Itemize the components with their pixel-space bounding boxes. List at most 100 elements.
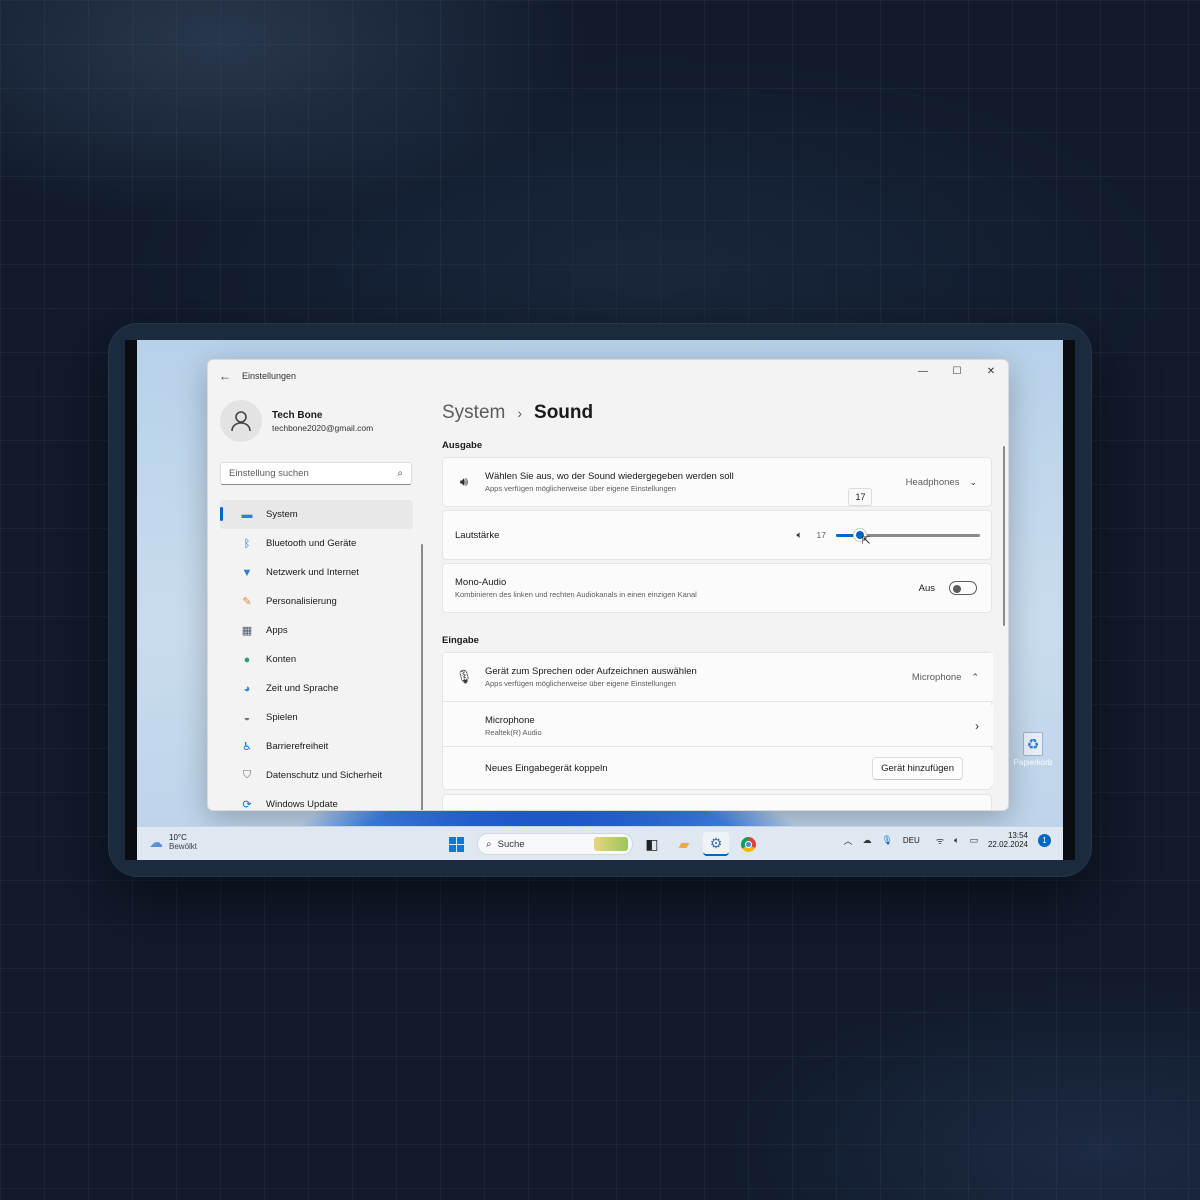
wifi-icon: ▼ — [241, 566, 253, 579]
mouse-cursor-icon: ⇱ — [861, 535, 871, 547]
sidebar-item-network[interactable]: ▼ Netzwerk und Internet — [220, 558, 413, 587]
search-icon: ⌕ — [486, 838, 492, 850]
chevron-right-icon: › — [975, 718, 979, 733]
sidebar-item-label: Personalisierung — [266, 596, 337, 607]
sidebar-item-system[interactable]: ▬ System — [220, 500, 413, 529]
window-controls: — ☐ ✕ — [906, 360, 1008, 382]
windows-logo-icon — [448, 836, 464, 852]
add-device-button[interactable]: Gerät hinzufügen — [872, 756, 963, 780]
tablet-frame: ♻ Papierkorb ← Einstellungen — ☐ ✕ Tech … — [108, 323, 1092, 877]
user-profile[interactable]: Tech Bone techbone2020@gmail.com — [208, 392, 423, 450]
sidebar-item-label: Zeit und Sprache — [266, 683, 339, 694]
output-device-subtitle: Apps verfügen möglicherweise über eigene… — [485, 484, 676, 493]
taskbar-search[interactable]: ⌕ Suche — [477, 833, 633, 855]
notification-badge[interactable]: 1 — [1038, 833, 1051, 847]
speaker-icon: 🔊︎ — [459, 474, 469, 489]
chevron-up-icon[interactable]: ︿ — [843, 834, 852, 847]
weather-condition: Bewölkt — [169, 842, 198, 851]
back-arrow-icon[interactable]: ← — [208, 369, 242, 383]
mono-audio-subtitle: Kombinieren des linken und rechten Audio… — [455, 590, 697, 599]
sidebar-scrollbar[interactable] — [421, 544, 423, 810]
clock[interactable]: 13:54 22.02.2024 — [988, 831, 1028, 849]
monitor-icon: ▬ — [241, 508, 253, 521]
output-device-card[interactable]: 🔊︎ Wählen Sie aus, wo der Sound wiederge… — [442, 457, 992, 507]
maximize-button[interactable]: ☐ — [940, 360, 974, 382]
chrome-button[interactable] — [735, 832, 761, 856]
language-indicator[interactable]: DEU — [903, 836, 920, 845]
main-scrollbar[interactable] — [1003, 446, 1005, 626]
folder-icon: ▰ — [678, 835, 690, 852]
sidebar-item-personalization[interactable]: ✎ Personalisierung — [220, 587, 413, 616]
speaker-icon[interactable]: 🔈︎ — [954, 835, 959, 846]
section-heading-output: Ausgabe — [442, 440, 483, 451]
input-volume-card-partial — [442, 794, 992, 810]
update-icon: ⟳ — [242, 799, 252, 811]
page-title: Sound — [534, 402, 594, 423]
search-icon: ⌕ — [397, 468, 403, 479]
microphone-row[interactable]: Microphone Realtek(R) Audio › — [443, 705, 993, 747]
weather-widget[interactable]: ☁ 10°C Bewölkt — [149, 833, 197, 851]
recycle-bin-shortcut[interactable]: ♻ Papierkorb — [1013, 732, 1053, 767]
sidebar-item-privacy[interactable]: ⛉ Datenschutz und Sicherheit — [220, 761, 413, 790]
system-tray: ︿ ☁ 🎙︎ DEU ᯤ 🔈︎ ▭ 13:54 22.02.2024 1 — [843, 831, 1051, 849]
sidebar-item-apps[interactable]: ▦ Apps — [220, 616, 413, 645]
sidebar-item-label: Apps — [266, 625, 288, 636]
onedrive-cloud-icon[interactable]: ☁ — [862, 835, 871, 846]
input-device-subtitle: Apps verfügen möglicherweise über eigene… — [485, 679, 676, 688]
breadcrumb-separator: › — [517, 405, 523, 421]
bluetooth-icon: ᛒ — [243, 537, 251, 550]
input-device-value: Microphone — [911, 671, 962, 683]
taskbar: ☁ 10°C Bewölkt ⌕ Suche ◧ ▰ ⚙ ︿ ☁ 🎙︎ DEU … — [137, 826, 1063, 860]
shield-icon: ⛉ — [242, 769, 252, 781]
gamepad-icon: ◒ — [243, 711, 251, 724]
apps-icon: ▦ — [241, 625, 253, 637]
sidebar-item-accounts[interactable]: ● Konten — [220, 645, 413, 674]
sidebar-item-time-language[interactable]: ◕ Zeit und Sprache — [220, 674, 413, 703]
mono-audio-title: Mono-Audio — [455, 577, 507, 588]
avatar-icon — [220, 400, 262, 442]
settings-app-button[interactable]: ⚙ — [703, 832, 729, 856]
sidebar-item-windows-update[interactable]: ⟳ Windows Update — [220, 790, 413, 811]
input-device-card[interactable]: 🎙︎ Gerät zum Sprechen oder Aufzeichnen a… — [443, 653, 993, 702]
input-device-title: Gerät zum Sprechen oder Aufzeichnen ausw… — [485, 666, 697, 677]
mono-audio-card: Mono-Audio Kombinieren des linken und re… — [442, 563, 992, 613]
volume-tooltip: 17 — [848, 488, 873, 506]
microphone-icon[interactable]: 🎙︎ — [881, 835, 892, 846]
file-explorer-button[interactable]: ▰ — [671, 832, 697, 856]
weather-temp: 10°C — [169, 833, 187, 842]
recycle-bin-label: Papierkorb — [1013, 758, 1053, 767]
recycle-bin-icon: ♻ — [1023, 732, 1043, 756]
close-button[interactable]: ✕ — [974, 360, 1008, 382]
volume-label: Lautstärke — [455, 529, 500, 541]
chevron-down-icon[interactable]: ⌄ — [969, 477, 977, 488]
wifi-icon[interactable]: ᯤ — [936, 834, 944, 847]
sidebar-item-gaming[interactable]: ◒ Spielen — [220, 703, 413, 732]
clock-time: 13:54 — [1007, 831, 1028, 840]
taskbar-search-label: Suche — [497, 838, 525, 850]
task-view-icon: ◧ — [645, 835, 659, 852]
screen: ♻ Papierkorb ← Einstellungen — ☐ ✕ Tech … — [125, 340, 1075, 860]
volume-speaker-icon[interactable]: 🔈︎ — [797, 530, 803, 541]
volume-slider[interactable]: 17 ⇱ — [836, 488, 980, 547]
sidebar-item-label: Barrierefreiheit — [266, 741, 329, 752]
minimize-button[interactable]: — — [906, 360, 940, 382]
start-button[interactable] — [443, 832, 469, 856]
battery-icon[interactable]: ▭ — [969, 835, 978, 846]
sidebar-item-label: Netzwerk und Internet — [266, 567, 359, 578]
task-view-button[interactable]: ◧ — [639, 832, 665, 856]
chrome-icon — [740, 836, 756, 852]
chevron-up-icon[interactable]: ⌃ — [971, 672, 979, 683]
sidebar-item-accessibility[interactable]: ♿ Barrierefreiheit — [220, 732, 413, 761]
gear-icon: ⚙ — [709, 834, 723, 851]
volume-card: Lautstärke 🔈︎ 17 17 ⇱ — [442, 488, 992, 560]
settings-search-input[interactable]: Einstellung suchen ⌕ — [220, 462, 412, 485]
breadcrumb-parent[interactable]: System — [442, 402, 505, 424]
sidebar-item-label: Windows Update — [266, 799, 338, 810]
output-device-value: Headphones — [905, 476, 960, 488]
main-content: System › Sound Ausgabe 🔊︎ Wählen Sie aus… — [442, 392, 1008, 810]
mono-audio-toggle[interactable] — [949, 581, 977, 595]
sidebar-item-label: Spielen — [266, 712, 298, 723]
sidebar-item-bluetooth[interactable]: ᛒ Bluetooth und Geräte — [220, 529, 413, 558]
input-group: 🎙︎ Gerät zum Sprechen oder Aufzeichnen a… — [442, 652, 993, 790]
search-highlight-image — [594, 837, 628, 851]
